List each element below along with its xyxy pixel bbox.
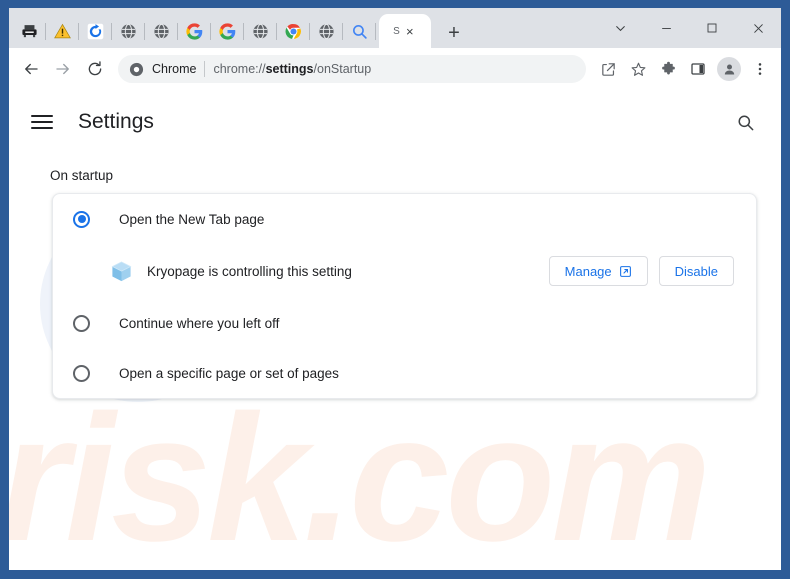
tab-printer[interactable] [13, 15, 46, 48]
globe-icon [253, 23, 268, 40]
blue-refresh-icon [87, 23, 104, 40]
share-icon [601, 62, 615, 76]
tab-warning[interactable] [46, 15, 79, 48]
tab-globe-4[interactable] [310, 15, 343, 48]
radio-label-new-tab: Open the New Tab page [119, 211, 265, 227]
maximize-button[interactable] [689, 11, 735, 45]
main-menu-button[interactable] [31, 111, 53, 133]
section-title-on-startup: On startup [50, 168, 114, 183]
disable-label: Disable [674, 263, 718, 279]
radio-specific-page[interactable] [73, 364, 90, 382]
omnibox-separator [204, 61, 206, 77]
side-panel-icon [691, 63, 705, 75]
share-icon[interactable] [594, 55, 622, 83]
window-controls [597, 8, 781, 48]
close-icon[interactable]: × [403, 24, 417, 38]
arrow-right-icon [56, 63, 69, 75]
maximize-icon [707, 23, 717, 33]
omnibox-chip-label: Chrome [152, 62, 197, 76]
manage-label: Manage [564, 263, 612, 279]
minimize-button[interactable] [643, 11, 689, 45]
globe-icon [154, 23, 169, 40]
globe-icon [121, 23, 136, 40]
search-icon [737, 114, 753, 130]
bookmark-star-icon [631, 62, 645, 76]
radio-label-continue: Continue where you left off [119, 315, 280, 331]
startup-option-specific-page[interactable]: Open a specific page or set of pages [53, 348, 756, 398]
search-blue-icon [353, 25, 367, 39]
chevron-down-icon [615, 25, 625, 31]
tab-google-2[interactable] [211, 15, 244, 48]
watermark-text-risk: risk.com [9, 378, 711, 570]
tab-refresh[interactable] [79, 15, 112, 48]
startup-option-new-tab[interactable]: Open the New Tab page [53, 194, 756, 244]
chrome-icon [285, 24, 301, 39]
back-button[interactable] [16, 54, 46, 84]
startup-option-continue[interactable]: Continue where you left off [53, 298, 756, 348]
extensions-puzzle-icon [661, 61, 675, 74]
globe-icon [319, 23, 334, 40]
browser-window: S × + Chrome chrome://settings/onStartup… [9, 8, 781, 570]
disable-button[interactable]: Disable [658, 256, 734, 286]
active-tab-title: S [393, 25, 400, 37]
tab-globe-2[interactable] [145, 15, 178, 48]
browser-toolbar: Chrome chrome://settings/onStartup [9, 48, 781, 90]
radio-new-tab[interactable] [73, 210, 90, 228]
google-g-icon [219, 23, 236, 40]
active-tab-settings[interactable]: S × [379, 14, 431, 48]
page-title: Settings [78, 110, 154, 133]
browser-window-frame: S × + Chrome chrome://settings/onStartup… [0, 0, 790, 579]
radio-label-specific-page: Open a specific page or set of pages [119, 365, 339, 381]
extension-controlled-notice: Kryopage is controlling this setting Man… [53, 244, 756, 298]
bookmark-star-icon[interactable] [624, 55, 652, 83]
hamburger-bar [31, 115, 53, 117]
tab-search-button[interactable] [597, 11, 643, 45]
search-settings-button[interactable] [733, 110, 757, 134]
chrome-menu-icon[interactable] [746, 55, 774, 83]
settings-page: PC risk.com Settings On startup Open the [9, 90, 781, 570]
url-suffix: /onStartup [313, 62, 372, 76]
address-bar[interactable]: Chrome chrome://settings/onStartup [118, 55, 586, 83]
settings-header: Settings [9, 98, 781, 146]
tab-chrome[interactable] [277, 15, 310, 48]
url-prefix: chrome:// [213, 62, 266, 76]
warning-triangle-icon [54, 23, 71, 39]
chrome-icon [129, 62, 144, 76]
tab-globe-3[interactable] [244, 15, 277, 48]
person-icon [724, 64, 734, 74]
url-bold: settings [265, 62, 314, 76]
hamburger-bar [31, 127, 53, 129]
manage-button[interactable]: Manage [548, 256, 648, 286]
profile-avatar[interactable] [717, 57, 741, 81]
controlled-setting-text: Kryopage is controlling this setting [147, 263, 352, 279]
external-link-icon [619, 265, 631, 277]
arrow-left-icon [25, 63, 38, 75]
on-startup-card: Open the New Tab page Kryopage is contro… [52, 193, 757, 399]
tab-google-1[interactable] [178, 15, 211, 48]
close-icon [753, 23, 763, 33]
printer-icon [22, 25, 37, 38]
side-panel-icon[interactable] [684, 55, 712, 83]
tab-search-engine[interactable] [343, 15, 376, 48]
forward-button[interactable] [48, 54, 78, 84]
omnibox-url: chrome://settings/onStartup [213, 62, 371, 76]
hamburger-bar [31, 121, 53, 123]
google-g-icon [186, 23, 203, 40]
extensions-puzzle-icon[interactable] [654, 55, 682, 83]
close-window-button[interactable] [735, 11, 781, 45]
radio-continue[interactable] [73, 314, 90, 332]
reload-icon [88, 61, 102, 76]
minimize-icon [661, 27, 671, 29]
tab-strip: S × + [9, 8, 781, 48]
blue-cube-icon [111, 260, 132, 281]
new-tab-button[interactable]: + [439, 18, 469, 48]
reload-button[interactable] [80, 54, 110, 84]
three-dots-icon [758, 63, 762, 75]
tab-globe-1[interactable] [112, 15, 145, 48]
